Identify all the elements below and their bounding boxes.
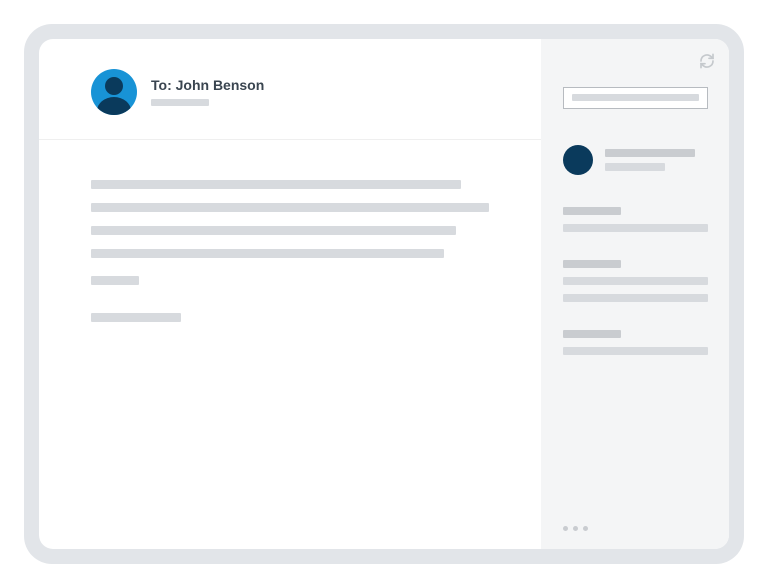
body-line bbox=[91, 226, 456, 235]
contact-avatar bbox=[563, 145, 593, 175]
search-input[interactable] bbox=[563, 87, 708, 109]
body-line bbox=[91, 276, 139, 285]
to-field[interactable]: To: John Benson bbox=[151, 77, 264, 93]
section-line-placeholder bbox=[563, 277, 708, 285]
sidebar-panel bbox=[541, 39, 729, 549]
section-line-placeholder bbox=[563, 347, 708, 355]
section-line-placeholder bbox=[563, 224, 708, 232]
body-line bbox=[91, 180, 461, 189]
sidebar-section bbox=[563, 260, 708, 302]
body-line bbox=[91, 313, 181, 322]
compose-body[interactable] bbox=[39, 140, 541, 352]
contact-text bbox=[605, 149, 708, 171]
section-heading-placeholder bbox=[563, 330, 621, 338]
dot-icon bbox=[563, 526, 568, 531]
contact-subtitle-placeholder bbox=[605, 163, 665, 171]
contact-name-placeholder bbox=[605, 149, 695, 157]
body-line bbox=[91, 203, 489, 212]
compose-panel: To: John Benson bbox=[39, 39, 541, 549]
more-menu[interactable] bbox=[563, 526, 588, 531]
sender-avatar bbox=[91, 69, 137, 115]
body-line bbox=[91, 249, 444, 258]
header-text: To: John Benson bbox=[151, 77, 264, 106]
app-screen: To: John Benson bbox=[39, 39, 729, 549]
search-placeholder bbox=[572, 94, 699, 101]
sidebar-section bbox=[563, 330, 708, 355]
sidebar-section bbox=[563, 207, 708, 232]
refresh-icon[interactable] bbox=[699, 53, 715, 69]
section-line-placeholder bbox=[563, 294, 708, 302]
dot-icon bbox=[573, 526, 578, 531]
dot-icon bbox=[583, 526, 588, 531]
compose-header: To: John Benson bbox=[39, 39, 541, 140]
subject-placeholder[interactable] bbox=[151, 99, 209, 106]
section-heading-placeholder bbox=[563, 207, 621, 215]
device-frame: To: John Benson bbox=[24, 24, 744, 564]
section-heading-placeholder bbox=[563, 260, 621, 268]
contact-summary[interactable] bbox=[563, 145, 708, 175]
